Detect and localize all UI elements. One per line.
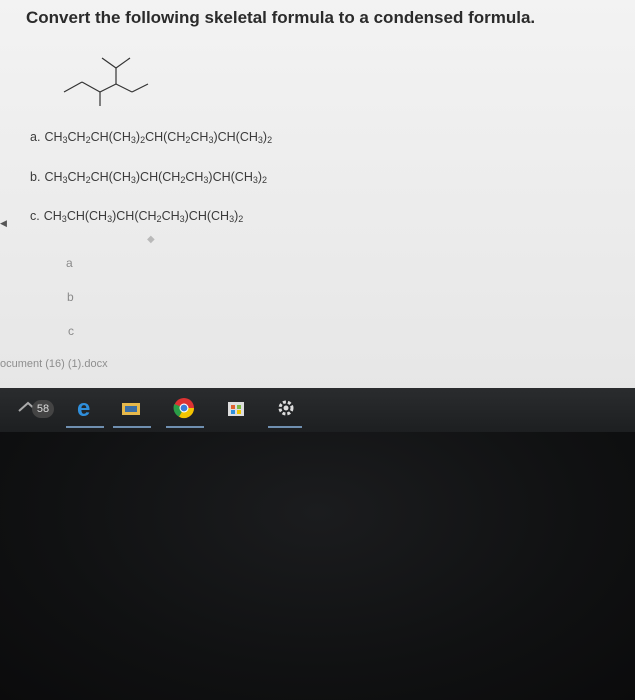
formula-text: CH3CH(CH3)CH(CH2CH3)CH(CH3)2 <box>43 209 244 224</box>
dark-surround <box>0 432 635 700</box>
option-b[interactable]: b. CH3CH2CH(CH3)CH(CH2CH3)CH(CH3)2 <box>30 170 267 185</box>
option-letter: c. <box>30 209 40 223</box>
option-letter: b. <box>30 170 41 184</box>
taskbar: e <box>0 388 635 432</box>
notification-badge: 58 <box>32 400 54 418</box>
svg-text:e: e <box>77 396 90 420</box>
active-indicator <box>166 426 204 428</box>
active-indicator <box>66 426 104 428</box>
answer-choice-b[interactable]: b <box>67 290 74 304</box>
left-edge-arrow-icon: ◀ <box>0 218 7 228</box>
skeletal-formula-diagram <box>63 57 149 106</box>
option-a[interactable]: a. CH3CH2CH(CH3)2CH(CH2CH3)CH(CH3)2 <box>30 130 272 145</box>
option-letter: a. <box>30 130 41 144</box>
active-indicator <box>113 426 151 428</box>
screen-area: Convert the following skeletal formula t… <box>0 0 635 400</box>
store-icon[interactable] <box>222 394 250 422</box>
answer-choice-c[interactable]: c <box>68 324 74 338</box>
formula-text: CH3CH2CH(CH3)2CH(CH2CH3)CH(CH3)2 <box>44 130 273 145</box>
question-text: Convert the following skeletal formula t… <box>26 8 536 27</box>
active-indicator <box>268 426 302 428</box>
recent-document-label[interactable]: ocument (16) (1).docx <box>0 358 108 370</box>
faint-mark-icon: ◆ <box>147 234 155 245</box>
formula-text: CH3CH2CH(CH3)CH(CH2CH3)CH(CH3)2 <box>44 170 268 185</box>
option-c[interactable]: c. CH3CH(CH3)CH(CH2CH3)CH(CH3)2 <box>30 209 243 224</box>
answer-choice-a[interactable]: a <box>66 256 73 270</box>
edge-browser-icon[interactable]: e <box>72 394 100 422</box>
file-explorer-icon[interactable] <box>117 394 145 422</box>
settings-gear-icon[interactable] <box>272 394 300 422</box>
chrome-icon[interactable] <box>170 394 198 422</box>
